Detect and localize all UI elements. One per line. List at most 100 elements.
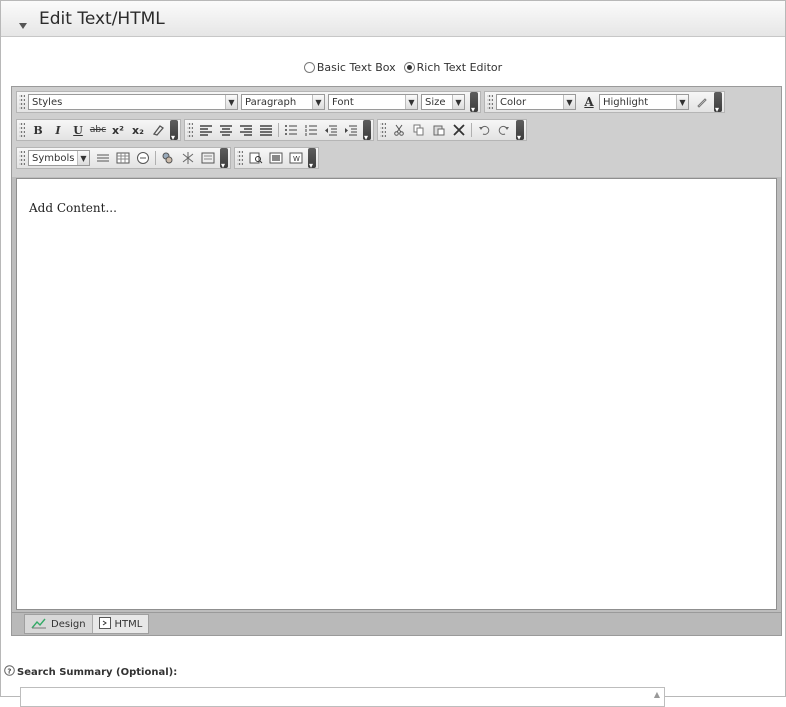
delete-button[interactable] (449, 121, 469, 139)
toolbar-grip[interactable] (19, 94, 25, 110)
search-summary-input[interactable]: ▲ (20, 687, 665, 707)
bold-button[interactable]: B (28, 121, 48, 139)
unlink-button[interactable] (178, 149, 198, 167)
pen-icon (697, 98, 707, 108)
numbered-list-icon (305, 125, 317, 136)
toolbar-group-alignment (184, 119, 374, 142)
rich-text-editor: Styles ▼ Paragraph ▼ Font ▼ Size ▼ ▾ Col… (11, 86, 782, 636)
search-summary-label-row: ? Search Summary (Optional): (4, 665, 177, 679)
toolbar-grip[interactable] (487, 94, 493, 110)
toolbar-row-3: Symbols ▼ ▾ W ▾ (16, 147, 322, 170)
editor-mode-tabs: Design HTML (24, 614, 150, 634)
help-icon[interactable]: ? (4, 665, 15, 679)
highlight-pen-button[interactable] (692, 93, 712, 111)
justify-button[interactable] (256, 121, 276, 139)
toolbar-grip[interactable] (237, 150, 243, 166)
toolbar-group-options-icon[interactable] (308, 148, 316, 170)
tab-html[interactable]: HTML (93, 615, 149, 633)
chevron-down-icon[interactable]: ▼ (563, 95, 575, 109)
strikethrough-button[interactable]: abc (88, 121, 108, 139)
toolbar-group-options-icon[interactable] (714, 92, 722, 114)
bullet-list-icon (285, 125, 297, 135)
section-title: Edit Text/HTML (39, 8, 165, 29)
toolbar-separator (278, 123, 279, 137)
eraser-icon (152, 125, 164, 136)
word-paste-icon: W (289, 152, 303, 164)
preview-button[interactable] (246, 149, 266, 167)
rich-text-editor-radio[interactable] (403, 61, 415, 73)
italic-button[interactable]: I (48, 121, 68, 139)
basic-text-box-label: Basic Text Box (316, 60, 396, 74)
align-left-icon (200, 125, 212, 136)
font-dropdown[interactable]: Font ▼ (328, 94, 418, 110)
tab-design[interactable]: Design (25, 615, 93, 633)
collapse-triangle-icon[interactable] (19, 15, 27, 29)
redo-icon (498, 125, 509, 135)
bullet-list-button[interactable] (281, 121, 301, 139)
unlink-icon (182, 152, 194, 164)
insert-table-button[interactable] (113, 149, 133, 167)
toolbar-group-options-icon[interactable] (220, 148, 228, 170)
indent-button[interactable] (341, 121, 361, 139)
cut-button[interactable] (389, 121, 409, 139)
undo-button[interactable] (474, 121, 494, 139)
design-icon (31, 617, 47, 632)
chevron-down-icon[interactable]: ▼ (77, 151, 89, 165)
horizontal-rule-button[interactable] (93, 149, 113, 167)
color-dropdown[interactable]: Color ▼ (496, 94, 576, 110)
styles-dropdown[interactable]: Styles ▼ (28, 94, 238, 110)
basic-text-box-option[interactable]: Basic Text Box (303, 60, 396, 74)
rich-text-editor-option[interactable]: Rich Text Editor (403, 61, 502, 74)
toolbar-group-options-icon[interactable] (470, 92, 478, 114)
copy-button[interactable] (409, 121, 429, 139)
toolbar-group-options-icon[interactable] (363, 120, 371, 142)
underline-button[interactable]: U (68, 121, 88, 139)
toolbar-group-options-icon[interactable] (170, 120, 178, 142)
toolbar-row-1: Styles ▼ Paragraph ▼ Font ▼ Size ▼ ▾ Col… (16, 91, 728, 114)
outdent-button[interactable] (321, 121, 341, 139)
size-dropdown[interactable]: Size ▼ (421, 94, 465, 110)
toolbar-grip[interactable] (380, 122, 386, 138)
section-header[interactable]: Edit Text/HTML (1, 1, 785, 37)
chevron-down-icon[interactable]: ▼ (676, 95, 688, 109)
styles-dropdown-label: Styles (32, 96, 63, 108)
template-icon (269, 152, 283, 164)
toolbar-group-options-icon[interactable] (516, 120, 524, 142)
clear-format-button[interactable] (148, 121, 168, 139)
redo-button[interactable] (494, 121, 514, 139)
color-dropdown-label: Color (500, 96, 527, 108)
chevron-down-icon[interactable]: ▼ (225, 95, 237, 109)
toolbar-row-2: B I U abc x² x₂ (16, 119, 530, 142)
template-button[interactable] (266, 149, 286, 167)
insert-form-element-button[interactable] (133, 149, 153, 167)
align-center-button[interactable] (216, 121, 236, 139)
superscript-button[interactable]: x² (108, 121, 128, 139)
symbols-dropdown[interactable]: Symbols ▼ (28, 150, 90, 166)
content-placeholder: Add Content... (29, 201, 117, 215)
toolbar-grip[interactable] (19, 150, 25, 166)
image-icon (201, 152, 215, 164)
chevron-down-icon[interactable]: ▼ (405, 95, 417, 109)
editor-toolbar: Styles ▼ Paragraph ▼ Font ▼ Size ▼ ▾ Col… (12, 87, 781, 177)
paste-button[interactable] (429, 121, 449, 139)
align-right-button[interactable] (236, 121, 256, 139)
paste-from-word-button[interactable]: W (286, 149, 306, 167)
numbered-list-button[interactable] (301, 121, 321, 139)
basic-text-box-radio[interactable] (303, 61, 315, 73)
editor-content-area[interactable]: Add Content... (16, 178, 777, 610)
align-left-button[interactable] (196, 121, 216, 139)
text-color-button[interactable]: A (579, 93, 599, 111)
chevron-down-icon[interactable]: ▼ (452, 95, 464, 109)
paragraph-dropdown[interactable]: Paragraph ▼ (241, 94, 325, 110)
toolbar-group-insert: Symbols ▼ (16, 147, 231, 170)
toolbar-grip[interactable] (187, 122, 193, 138)
insert-link-button[interactable] (158, 149, 178, 167)
chevron-down-icon[interactable]: ▼ (312, 95, 324, 109)
highlight-dropdown[interactable]: Highlight ▼ (599, 94, 689, 110)
scroll-up-icon[interactable]: ▲ (651, 689, 663, 701)
toolbar-grip[interactable] (19, 122, 25, 138)
insert-image-button[interactable] (198, 149, 218, 167)
svg-text:?: ? (7, 667, 11, 675)
indent-icon (345, 125, 357, 136)
subscript-button[interactable]: x₂ (128, 121, 148, 139)
